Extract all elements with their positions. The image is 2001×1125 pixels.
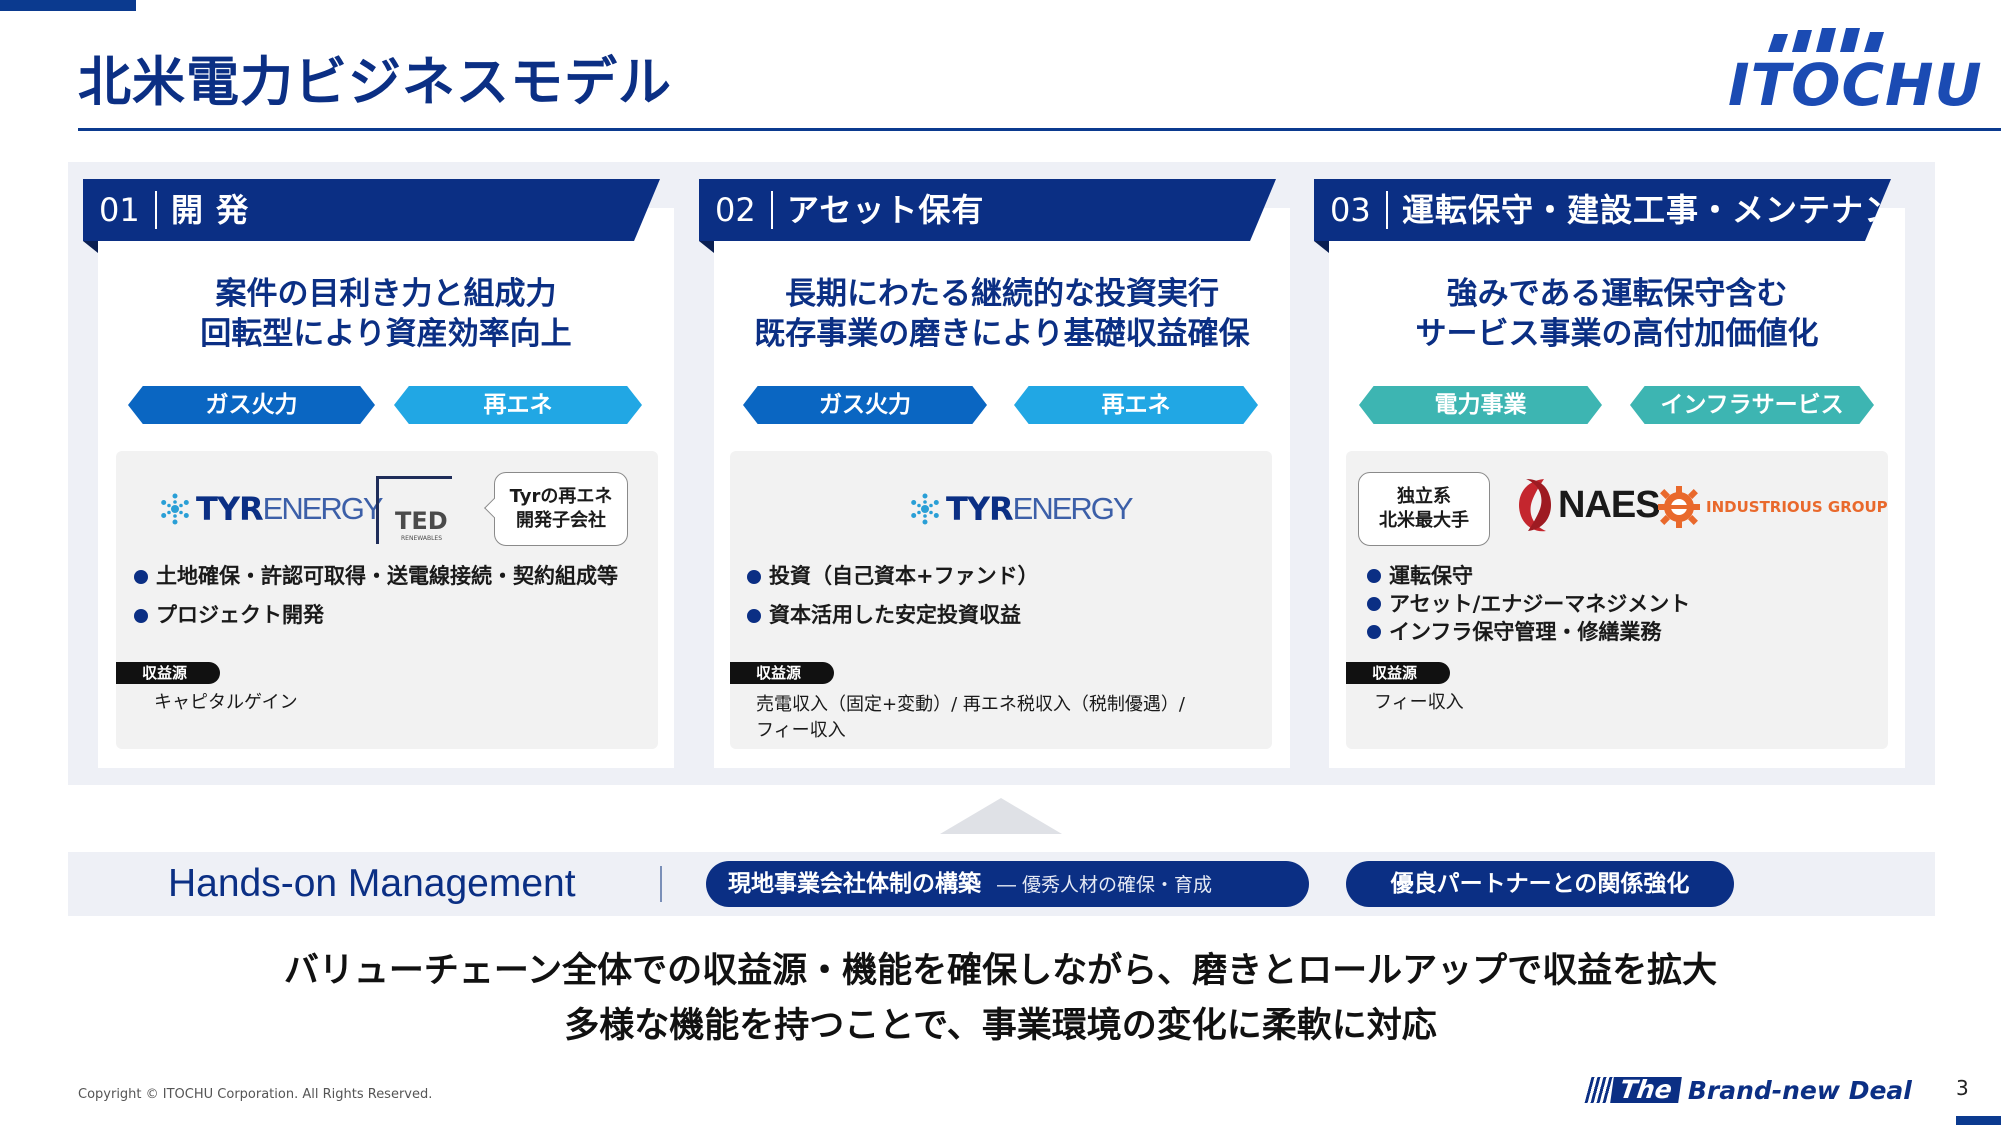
top-accent-bar (0, 0, 136, 11)
tyr-snowflake-icon (911, 493, 939, 525)
column-headline: 強みである運転保守含む サービス事業の高付加価値化 (1329, 274, 1905, 354)
callout-line: 北米最大手 (1379, 510, 1469, 531)
revenue-source-label: 収益源 (116, 662, 220, 684)
page-number: 3 (1956, 1076, 1969, 1100)
list-item: インフラ保守管理・修繕業務 (1367, 618, 1690, 646)
tag-gas-thermal: ガス火力 (128, 386, 375, 424)
tyr-snowflake-icon (161, 493, 189, 525)
naes-logo: NAES (1514, 473, 1661, 537)
bullet-dot-icon (134, 608, 148, 623)
tag-renewable: 再エネ (1014, 386, 1258, 424)
ted-logo-text: TED (395, 507, 448, 535)
naes-swirl-icon (1519, 479, 1552, 532)
headline-line: サービス事業の高付加価値化 (1415, 316, 1819, 352)
summary-line-1: バリューチェーン全体での収益源・機能を確保しながら、磨きとロールアップで収益を拡… (283, 951, 1718, 991)
brand-the: The (1610, 1075, 1682, 1104)
list-item: 投資（自己資本+ファンド） (747, 557, 1039, 596)
callout-line: 独立系 (1397, 486, 1451, 507)
column-headline: 案件の目利き力と組成力 回転型により資産効率向上 (98, 274, 674, 354)
headline-line: 案件の目利き力と組成力 (215, 276, 557, 312)
list-item: 運転保守 (1367, 562, 1690, 590)
bullet-dot-icon (747, 569, 761, 584)
itochu-logo: ITOCHU (1728, 22, 1982, 114)
headline-line: 回転型により資産効率向上 (200, 316, 572, 352)
tyr-logo-light: ENERGY (1012, 491, 1134, 526)
banner-separator (1386, 191, 1388, 229)
tyr-subsidiary-callout: Tyrの再エネ 開発子会社 (484, 472, 628, 546)
list-item: アセット/エナジーマネジメント (1367, 590, 1690, 618)
revenue-source-text: キャピタルゲイン (154, 692, 298, 713)
pill-sub-text: ― 優秀人材の確保・育成 (997, 874, 1213, 896)
list-item: 資本活用した安定投資収益 (747, 596, 1039, 635)
revenue-source-label: 収益源 (730, 662, 834, 684)
banner-separator (155, 191, 157, 229)
bullet-dot-icon (1367, 597, 1381, 611)
pill-partner-relations: 優良パートナーとの関係強化 (1346, 861, 1734, 907)
tyr-energy-logo: TYR ENERGY (908, 486, 1134, 532)
column-banner-01: 01 開 発 (83, 179, 660, 241)
bullet-dot-icon (1367, 569, 1381, 583)
tyr-logo-light: ENERGY (262, 491, 384, 526)
naes-logo-text: NAES (1558, 483, 1661, 526)
tyr-logo-bold: TYR (196, 490, 264, 528)
column-number: 01 (99, 191, 140, 229)
column-number: 03 (1330, 191, 1371, 229)
page-title: 北米電力ビジネスモデル (78, 52, 672, 113)
industrious-group-logo: INDUSTRIOUS GROUP (1656, 484, 1888, 530)
summary-line-2: 多様な機能を持つことで、事業環境の変化に柔軟に対応 (564, 1006, 1437, 1046)
column-banner-02: 02 アセット保有 (699, 179, 1276, 241)
column-label: アセット保有 (787, 191, 985, 229)
headline-line: 既存事業の磨きにより基礎収益確保 (754, 316, 1250, 352)
callout-line: 開発子会社 (516, 510, 606, 531)
column-label: 開 発 (171, 191, 250, 229)
headline-line: 長期にわたる継続的な投資実行 (785, 276, 1219, 312)
tyr-energy-logo: TYR ENERGY (158, 486, 384, 532)
tag-infra-service: インフラサービス (1630, 386, 1874, 424)
itochu-logo-text: ITOCHU (1728, 51, 1983, 119)
brand-deal: Brand-new Deal (1687, 1075, 1912, 1105)
hands-on-title: Hands-on Management (168, 862, 576, 905)
brand-stripes-icon (1584, 1077, 1614, 1103)
column-headline: 長期にわたる継続的な投資実行 既存事業の磨きにより基礎収益確保 (714, 274, 1290, 354)
revenue-source-text: フィー収入 (1374, 692, 1464, 713)
list-item: プロジェクト開発 (134, 596, 618, 635)
largest-independent-callout: 独立系 北米最大手 (1358, 472, 1490, 546)
ted-renewables-logo: TED RENEWABLES (376, 476, 452, 544)
pill-local-organization: 現地事業会社体制の構築 ― 優秀人材の確保・育成 (706, 861, 1309, 907)
brand-new-deal-logo: The Brand-new Deal (1584, 1074, 1912, 1106)
pill-main-text: 現地事業会社体制の構築 (728, 871, 981, 897)
tyr-logo-bold: TYR (946, 490, 1014, 528)
column-bullets: 土地確保・許認可取得・送電線接続・契約組成等 プロジェクト開発 (134, 557, 618, 635)
copyright: Copyright © ITOCHU Corporation. All Righ… (78, 1087, 433, 1102)
list-item: 土地確保・許認可取得・送電線接続・契約組成等 (134, 557, 618, 596)
bullet-dot-icon (1367, 625, 1381, 639)
column-label: 運転保守・建設工事・メンテナンス (1402, 191, 1930, 229)
tag-renewable: 再エネ (394, 386, 642, 424)
industrious-logo-text: INDUSTRIOUS GROUP (1706, 498, 1888, 516)
ted-logo-sub: RENEWABLES (401, 535, 443, 542)
hands-on-separator (660, 866, 662, 902)
gear-icon (1658, 486, 1700, 528)
bottom-accent-bar (1956, 1116, 2001, 1125)
headline-line: 強みである運転保守含む (1446, 276, 1788, 312)
title-divider (78, 128, 2001, 131)
column-number: 02 (715, 191, 756, 229)
bullet-dot-icon (134, 569, 148, 584)
banner-separator (771, 191, 773, 229)
column-bullets: 運転保守 アセット/エナジーマネジメント インフラ保守管理・修繕業務 (1367, 562, 1690, 646)
column-bullets: 投資（自己資本+ファンド） 資本活用した安定投資収益 (747, 557, 1039, 635)
bullet-dot-icon (747, 608, 761, 623)
revenue-source-text: 売電収入（固定+変動）/ 再エネ税収入（税制優遇）/ フィー収入 (756, 694, 1185, 741)
callout-line: Tyrの再エネ (509, 486, 613, 507)
tag-gas-thermal: ガス火力 (743, 386, 987, 424)
revenue-source-label: 収益源 (1346, 662, 1450, 684)
up-arrow-icon (940, 798, 1062, 834)
column-banner-03: 03 運転保守・建設工事・メンテナンス (1314, 179, 1891, 241)
tag-power-business: 電力事業 (1359, 386, 1602, 424)
